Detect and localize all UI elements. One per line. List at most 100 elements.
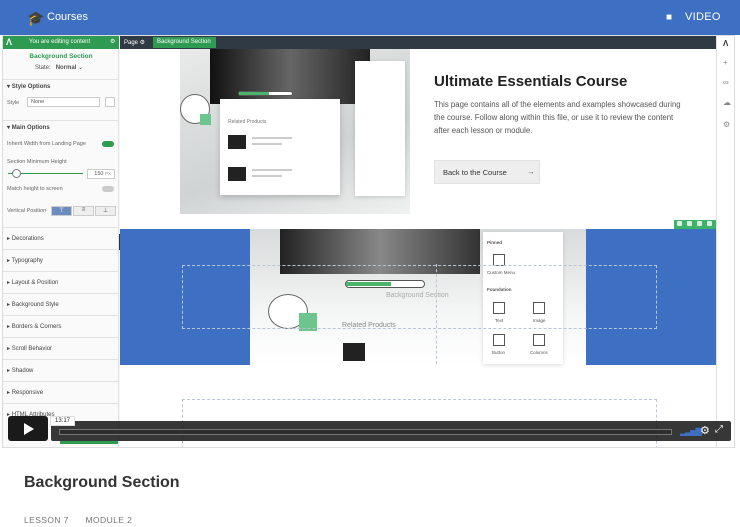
product-thumb <box>343 343 365 361</box>
app-logo-icon: Λ <box>6 37 13 47</box>
panel-background-style[interactable]: ▸ Background Style <box>3 293 119 314</box>
state-value: Normal <box>55 65 77 71</box>
column-divider <box>436 264 437 364</box>
editing-banner-text: You are editing content <box>29 39 91 45</box>
related-products-text: Related Products <box>228 119 267 125</box>
green-square <box>200 114 211 125</box>
state-label: State: <box>35 65 51 71</box>
video-progress-bar[interactable] <box>59 429 672 435</box>
main-options-header[interactable]: ▾ Main Options <box>3 120 119 132</box>
min-height-label: Section Minimum Height <box>7 159 67 165</box>
vertical-middle-button[interactable]: ≡ <box>73 206 94 216</box>
inherit-width-toggle[interactable] <box>102 141 114 147</box>
play-button[interactable] <box>8 416 48 441</box>
min-height-value: 150 <box>94 171 104 177</box>
cloud-icon[interactable]: ☁ <box>723 98 731 107</box>
back-to-course-button[interactable]: Back to the Course → <box>434 160 540 184</box>
panel-typography-label: Typography <box>11 258 43 264</box>
style-add-icon[interactable] <box>105 97 115 107</box>
panel-background-label: Background Style <box>11 302 59 308</box>
vertical-top-button[interactable]: ⊤ <box>51 206 72 216</box>
min-height-input[interactable]: 150 PX <box>87 169 115 179</box>
top-bar: 🎓 Courses ■ VIDEO <box>0 0 740 35</box>
hero-text: This page contains all of the elements a… <box>434 100 681 135</box>
vertical-position-label: Vertical Position <box>7 208 47 214</box>
panel-borders-corners[interactable]: ▸ Borders & Corners <box>3 315 119 336</box>
panel-layout-label: Layout & Position <box>11 280 59 286</box>
lesson-number[interactable]: LESSON 7 <box>24 515 69 525</box>
column-outline <box>182 265 657 329</box>
hero-image: Related Products <box>180 49 410 214</box>
panel-scroll-behavior[interactable]: ▸ Scroll Behavior <box>3 337 119 358</box>
app-logo-icon: Λ <box>723 39 729 48</box>
panel-borders-label: Borders & Corners <box>11 324 62 330</box>
vertical-bottom-button[interactable]: ⊥ <box>95 206 116 216</box>
panel-pinned: Pinned <box>487 240 503 245</box>
module-number[interactable]: MODULE 2 <box>86 515 133 525</box>
arrow-right-icon: → <box>527 167 535 176</box>
style-options-label: Style Options <box>11 84 51 90</box>
panel-shadow[interactable]: ▸ Shadow <box>3 359 119 380</box>
play-icon <box>24 423 34 435</box>
columns-icon <box>533 334 545 346</box>
time-tooltip: 13:17 <box>50 416 75 426</box>
panel-decorations-label: Decorations <box>11 236 44 242</box>
right-toolbar: Λ + ∞ ☁ ⚙ <box>716 36 734 447</box>
video-frame: Λ You are editing content ⚙ Background S… <box>2 35 735 448</box>
main-options-label: Main Options <box>11 125 50 131</box>
page-preview: Related Products Ultimate Essentials Cou… <box>120 49 716 447</box>
settings-icon[interactable]: ⚙ <box>723 120 730 129</box>
progress-bar-image <box>238 91 293 96</box>
text-line <box>252 169 292 171</box>
text-line <box>252 175 282 177</box>
back-button-label: Back to the Course <box>443 168 507 177</box>
product-thumb <box>228 135 246 149</box>
settings-icon[interactable] <box>687 221 692 226</box>
editor-panel: Λ You are editing content ⚙ Background S… <box>3 36 119 447</box>
hero-title: Ultimate Essentials Course <box>434 73 628 90</box>
panel-typography[interactable]: ▸ Typography <box>3 249 119 270</box>
min-height-slider-handle[interactable] <box>12 169 21 178</box>
style-select[interactable]: None <box>27 97 100 107</box>
gear-icon[interactable]: ⚙ <box>700 424 710 437</box>
fullscreen-icon[interactable]: ⤢ <box>715 424 723 435</box>
style-options-header[interactable]: ▾ Style Options <box>3 79 119 91</box>
state-select[interactable]: State: Normal ⌄ <box>35 64 83 71</box>
video-link[interactable]: VIDEO <box>685 11 721 23</box>
panel-button: Button <box>492 350 506 355</box>
copy-icon[interactable] <box>697 221 702 226</box>
section-toolbar[interactable] <box>674 220 716 229</box>
gear-icon[interactable]: ⚙ <box>110 38 115 45</box>
panel-responsive[interactable]: ▸ Responsive <box>3 381 119 402</box>
min-height-unit: PX <box>104 171 111 176</box>
breadcrumb-page[interactable]: Page ⚙ <box>124 39 145 46</box>
panel-responsive-label: Responsive <box>11 390 44 396</box>
match-height-label: Match height to screen <box>7 186 63 192</box>
breadcrumb-page-label: Page <box>124 40 139 46</box>
panel-columns: Columns <box>530 350 548 355</box>
add-icon[interactable] <box>677 221 682 226</box>
link-icon[interactable]: ∞ <box>723 78 729 87</box>
panel-layout-position[interactable]: ▸ Layout & Position <box>3 271 119 292</box>
panel-shadow-label: Shadow <box>11 368 34 374</box>
breadcrumb: Page ⚙ Background Section <box>120 36 716 49</box>
button-icon <box>493 334 505 346</box>
graduation-cap-icon: 🎓 <box>27 10 45 26</box>
match-height-toggle[interactable] <box>102 186 114 192</box>
courses-link[interactable]: Courses <box>47 11 88 23</box>
panel-decorations[interactable]: ▸ Decorations <box>3 227 119 248</box>
inherit-width-label: Inherit Width from Landing Page <box>7 141 86 147</box>
loaded-progress <box>60 441 118 444</box>
section-title: Background Section <box>29 53 93 60</box>
video-camera-icon: ■ <box>666 12 673 23</box>
panel-scroll-label: Scroll Behavior <box>11 346 53 352</box>
editing-banner: Λ You are editing content ⚙ <box>3 36 119 49</box>
delete-icon[interactable] <box>707 221 712 226</box>
product-thumb <box>228 167 246 181</box>
add-icon[interactable]: + <box>723 58 728 67</box>
text-line <box>252 143 282 145</box>
breadcrumb-current[interactable]: Background Section <box>153 37 216 48</box>
volume-icon[interactable]: ▂▃▅▇ <box>680 427 702 436</box>
text-line <box>252 137 292 139</box>
style-label: Style <box>7 100 20 106</box>
